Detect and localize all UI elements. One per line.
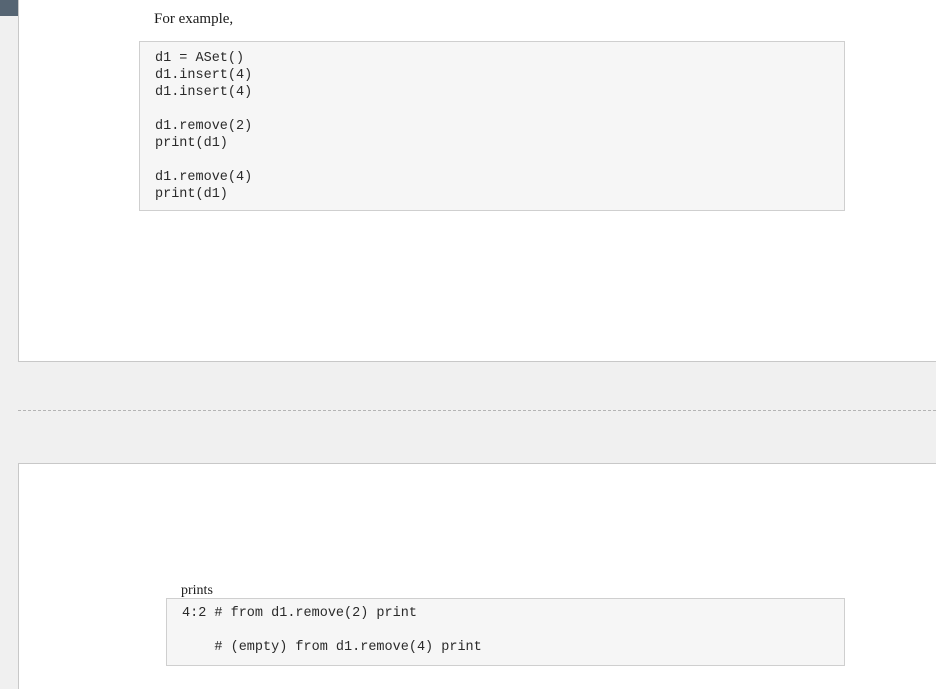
- code-line: print(d1): [155, 136, 228, 151]
- intro-paragraph: For example,: [154, 11, 234, 27]
- output-code-block: 4:2 # from d1.remove(2) print # (empty) …: [166, 598, 845, 666]
- document-page-2: prints 4:2 # from d1.remove(2) print # (…: [18, 463, 936, 689]
- code-line: d1 = ASet(): [155, 51, 245, 66]
- code-example-block: d1 = ASet() d1.insert(4) d1.insert(4) d1…: [139, 41, 845, 211]
- output-line: 4:2 # from d1.remove(2) print: [182, 606, 417, 621]
- code-line: d1.remove(2): [155, 119, 253, 134]
- output-line: # (empty) from d1.remove(4) print: [182, 640, 482, 655]
- code-line: d1.insert(4): [155, 68, 253, 83]
- code-line: d1.remove(4): [155, 170, 253, 185]
- page-break-divider: [18, 410, 936, 411]
- code-line: d1.insert(4): [155, 85, 253, 100]
- code-line: print(d1): [155, 187, 228, 202]
- document-page-1: For example, d1 = ASet() d1.insert(4) d1…: [18, 0, 936, 362]
- prints-paragraph: prints: [181, 583, 213, 598]
